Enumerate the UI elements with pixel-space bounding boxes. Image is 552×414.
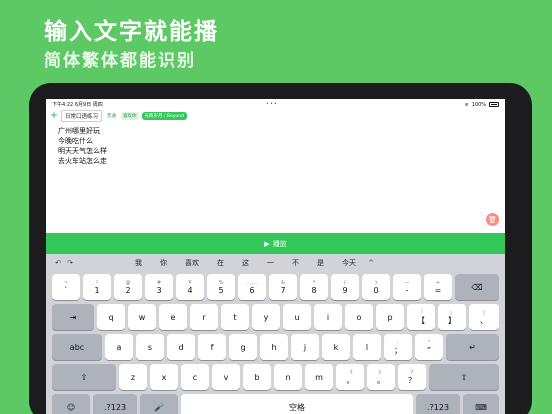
space-key[interactable]: 空格 (181, 394, 413, 414)
key[interactable]: q (97, 304, 125, 330)
key[interactable]: f (198, 334, 226, 360)
key[interactable]: b (243, 364, 271, 390)
text-line: 广州哪里好玩 (58, 127, 100, 135)
promo-headline: 输入文字就能播 (44, 19, 219, 45)
promo-subline: 简体繁体都能识别 (44, 51, 196, 71)
return-key[interactable]: ↵ (446, 334, 499, 360)
tablet-screen: 下午4:22 6月9日 周四 ••• ≋ 100% + 日常口语练习 普通 喜欢… (46, 99, 505, 414)
microphone-key[interactable]: 🎤 (140, 394, 178, 414)
text-line: 去火车站怎么走 (58, 157, 107, 165)
battery-icon (489, 102, 499, 107)
hide-keyboard-key[interactable]: ⌨ (463, 394, 499, 414)
status-right: ≋ 100% (464, 101, 499, 108)
keyboard: ↶ ↷ 我 你 喜欢 在 这 一 不 是 今天 ^ ~ ` ! 1 @2 #3 ¥4… (46, 254, 505, 414)
candidate-word[interactable]: 你 (151, 258, 176, 268)
redo-icon[interactable]: ↷ (64, 259, 76, 267)
key[interactable]: “” (415, 334, 443, 360)
key[interactable]: 「【 (407, 304, 435, 330)
key[interactable]: r (190, 304, 218, 330)
key[interactable]: n (274, 364, 302, 390)
key[interactable]: u (283, 304, 311, 330)
key[interactable]: i (314, 304, 342, 330)
number-mode-key[interactable]: .?123 (93, 394, 137, 414)
play-icon: ▶ (264, 239, 270, 248)
key[interactable]: o (345, 304, 373, 330)
candidate-word[interactable]: 是 (308, 258, 333, 268)
key[interactable]: 《， (336, 364, 364, 390)
candidate-word[interactable]: 不 (283, 258, 308, 268)
key[interactable]: k (322, 334, 350, 360)
key[interactable]: @2 (114, 274, 142, 300)
key[interactable]: :； (384, 334, 412, 360)
tag-like[interactable]: 喜欢你 (121, 112, 139, 120)
text-line: 今晚吃什么 (58, 137, 93, 145)
key[interactable]: c (181, 364, 209, 390)
key[interactable]: e (159, 304, 187, 330)
key[interactable]: m (305, 364, 333, 390)
wifi-icon: ≋ (464, 101, 469, 108)
key[interactable]: 」】 (438, 304, 466, 330)
candidate-word[interactable]: 一 (258, 258, 283, 268)
key[interactable]: ) 0 (362, 274, 390, 300)
key[interactable]: d (167, 334, 195, 360)
key[interactable]: * 8 (300, 274, 328, 300)
status-time: 下午4:22 6月9日 周四 (52, 102, 103, 108)
collapse-candidates-icon[interactable]: ^ (365, 259, 377, 267)
candidate-word[interactable]: 今天 (333, 258, 365, 268)
shift-key-left[interactable]: ⇧ (52, 364, 116, 390)
key[interactable]: % 5 (207, 274, 235, 300)
key[interactable]: s (136, 334, 164, 360)
key[interactable]: w (128, 304, 156, 330)
key[interactable]: + = (424, 274, 452, 300)
key[interactable]: j (291, 334, 319, 360)
key[interactable]: — - (393, 274, 421, 300)
key[interactable]: 》。 (367, 364, 395, 390)
key[interactable]: p (376, 304, 404, 330)
key[interactable]: h (260, 334, 288, 360)
key[interactable]: (9 (331, 274, 359, 300)
key[interactable]: ¥4 (176, 274, 204, 300)
key[interactable]: & 7 (269, 274, 297, 300)
key[interactable]: z (119, 364, 147, 390)
tab-key[interactable]: ⇥ (52, 304, 94, 330)
key[interactable]: y (252, 304, 280, 330)
text-line: 明天天气怎么样 (58, 147, 107, 155)
key[interactable]: ?？ (398, 364, 426, 390)
candidate-word[interactable]: 喜欢 (176, 258, 208, 268)
tag-normal[interactable]: 普通 (105, 112, 118, 120)
candidate-word[interactable]: 在 (208, 258, 233, 268)
battery-percent: 100% (471, 101, 486, 108)
play-button[interactable]: ▶ 播放 (46, 233, 505, 254)
key[interactable]: |、 (469, 304, 499, 330)
play-button-label: 播放 (272, 239, 287, 248)
number-mode-key-right[interactable]: .?123 (416, 394, 460, 414)
status-bar: 下午4:22 6月9日 周四 ••• ≋ 100% (46, 99, 505, 110)
key[interactable]: …… 6 (238, 274, 266, 300)
candidate-bar: ↶ ↷ 我 你 喜欢 在 这 一 不 是 今天 ^ (46, 254, 505, 271)
key[interactable]: x (150, 364, 178, 390)
candidate-word[interactable]: 我 (126, 258, 151, 268)
emoji-key[interactable]: ☺ (52, 394, 90, 414)
trash-icon[interactable]: 🗑 (486, 213, 499, 226)
key[interactable]: l (353, 334, 381, 360)
undo-icon[interactable]: ↶ (52, 259, 64, 267)
document-title[interactable]: 日常口语练习 (61, 110, 103, 122)
editor-toolbar: + 日常口语练习 普通 喜欢你 光辉岁月 / Beyond (46, 110, 505, 122)
key[interactable]: #3 (145, 274, 173, 300)
add-icon[interactable]: + (50, 111, 58, 121)
key[interactable]: g (229, 334, 257, 360)
caps-key[interactable]: abc (52, 334, 102, 360)
candidate-word[interactable]: 这 (233, 258, 258, 268)
multitask-dots[interactable]: ••• (266, 101, 278, 107)
song-chip[interactable]: 光辉岁月 / Beyond (141, 112, 187, 120)
shift-key-right[interactable]: ⇧ (429, 364, 499, 390)
key[interactable]: ~ ` (52, 274, 80, 300)
key[interactable]: t (221, 304, 249, 330)
key[interactable]: ! 1 (83, 274, 111, 300)
key[interactable]: a (105, 334, 133, 360)
key[interactable]: v (212, 364, 240, 390)
delete-key[interactable]: ⌫ (455, 274, 499, 300)
